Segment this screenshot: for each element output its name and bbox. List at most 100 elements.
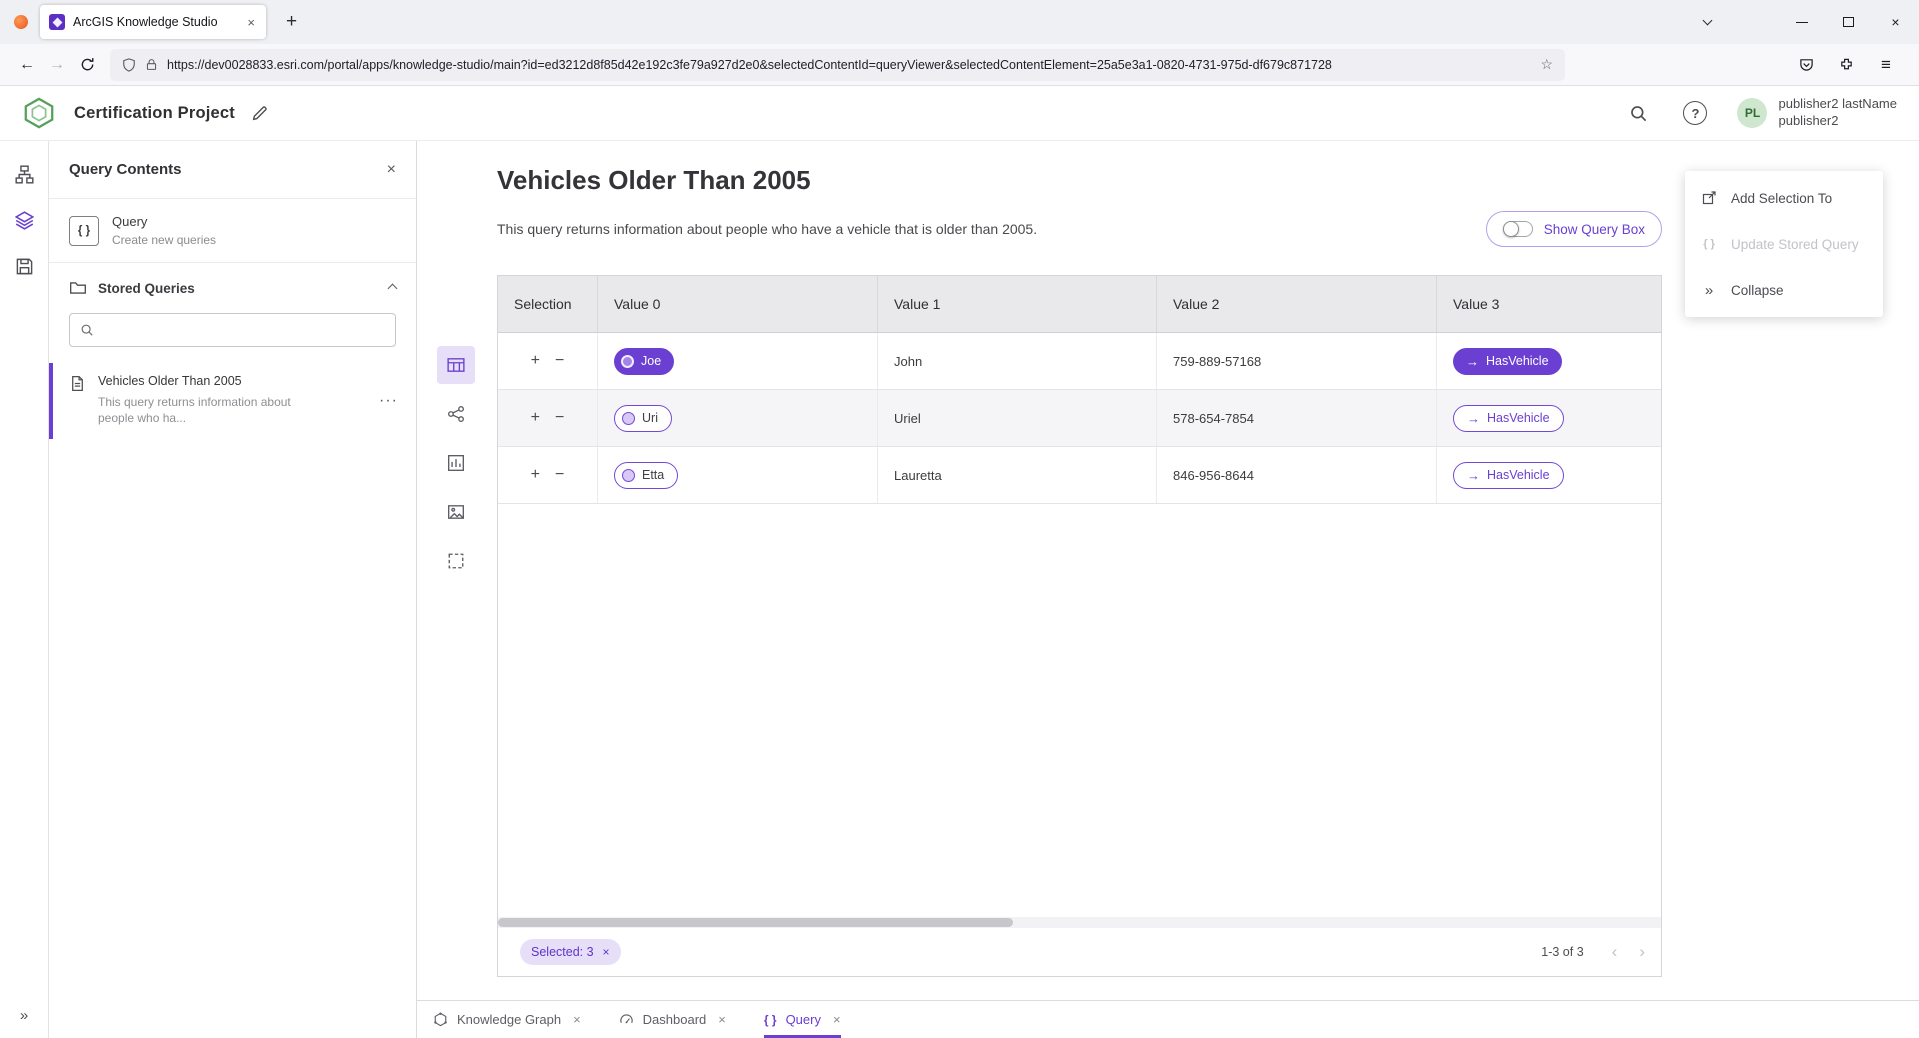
menu-item-collapse[interactable]: » Collapse (1685, 267, 1883, 313)
value2-cell: 578-654-7854 (1157, 390, 1437, 446)
url-text: https://dev0028833.esri.com/portal/apps/… (167, 58, 1531, 72)
new-tab-button[interactable]: + (280, 11, 303, 33)
tab-knowledge-graph[interactable]: Knowledge Graph × (433, 1001, 581, 1038)
chart-view-icon[interactable] (437, 444, 475, 482)
tab-close-icon[interactable]: × (245, 15, 257, 30)
expand-rail-icon[interactable]: » (20, 1007, 28, 1024)
browser-tabbar: ArcGIS Knowledge Studio × + × (0, 0, 1919, 44)
selection-context-menu: Add Selection To { } Update Stored Query… (1685, 171, 1883, 317)
tab-dashboard[interactable]: Dashboard × (619, 1001, 726, 1038)
map-view-icon[interactable] (437, 493, 475, 531)
bookmark-star-icon[interactable]: ☆ (1540, 56, 1553, 73)
help-icon[interactable]: ? (1683, 101, 1707, 125)
entity-pill[interactable]: Joe (614, 348, 674, 375)
browser-tab[interactable]: ArcGIS Knowledge Studio × (40, 5, 266, 39)
collapse-section-icon[interactable] (389, 279, 396, 297)
column-header-value3: Value 3 (1437, 276, 1661, 332)
stored-queries-header[interactable]: Stored Queries (49, 263, 416, 305)
scrollbar-thumb[interactable] (498, 918, 1013, 927)
panel-header: Query Contents × (49, 141, 416, 199)
minimize-button[interactable] (1778, 0, 1825, 44)
entity-pill[interactable]: Etta (614, 462, 678, 489)
screen: ArcGIS Knowledge Studio × + × ← → (0, 0, 1919, 1038)
panel-title: Query Contents (69, 161, 182, 178)
node-icon (622, 469, 635, 482)
relationship-pill[interactable]: → HasVehicle (1453, 348, 1562, 375)
tab-query[interactable]: { } Query × (764, 1001, 841, 1038)
shield-icon[interactable] (122, 58, 136, 72)
folder-icon (69, 279, 87, 297)
menu-icon[interactable]: ≡ (1871, 50, 1901, 80)
value1-cell: Lauretta (878, 447, 1157, 503)
layers-icon[interactable] (13, 209, 35, 231)
selection-cell: + − (498, 390, 598, 446)
reload-button[interactable] (72, 50, 102, 80)
save-icon[interactable] (13, 255, 35, 277)
search-icon[interactable] (1623, 98, 1653, 128)
file-icon (69, 375, 86, 392)
close-tab-icon[interactable]: × (718, 1012, 726, 1027)
data-model-icon[interactable] (13, 163, 35, 185)
value1-cell: John (878, 333, 1157, 389)
toggle-switch[interactable] (1503, 221, 1533, 237)
page-info: 1-3 of 3 (1541, 945, 1583, 959)
tab-title: ArcGIS Knowledge Studio (73, 15, 237, 29)
previous-page-icon[interactable]: ‹ (1612, 942, 1618, 962)
menu-item-label: Collapse (1731, 283, 1784, 298)
remove-from-selection-button[interactable]: − (555, 352, 564, 370)
relationship-pill[interactable]: → HasVehicle (1453, 405, 1564, 432)
stored-query-title: Vehicles Older Than 2005 (98, 374, 303, 388)
user-menu[interactable]: PL publisher2 lastName publisher2 (1737, 96, 1897, 130)
new-query-item[interactable]: { } Query Create new queries (49, 199, 416, 263)
stored-query-item[interactable]: Vehicles Older Than 2005 This query retu… (49, 363, 416, 439)
clear-selection-icon[interactable]: × (603, 945, 610, 959)
selected-count-chip[interactable]: Selected: 3 × (520, 939, 621, 965)
menu-item-add-selection-to[interactable]: Add Selection To (1685, 175, 1883, 221)
user-name-line1: publisher2 lastName (1778, 96, 1897, 113)
edit-title-icon[interactable] (251, 105, 268, 122)
add-to-selection-button[interactable]: + (531, 466, 540, 484)
search-input-icon (80, 323, 94, 337)
entity-pill[interactable]: Uri (614, 405, 672, 432)
close-tab-icon[interactable]: × (833, 1012, 841, 1027)
node-icon (622, 412, 635, 425)
table-row: + − Uri Uriel 578-654-7854 (498, 390, 1661, 447)
value0-cell: Uri (598, 390, 878, 446)
close-tab-icon[interactable]: × (573, 1012, 581, 1027)
table-footer: Selected: 3 × 1-3 of 3 ‹ › (498, 928, 1661, 976)
window-controls: × (1690, 0, 1919, 44)
table-view-icon[interactable] (437, 346, 475, 384)
remove-from-selection-button[interactable]: − (555, 466, 564, 484)
browser-profile-icon[interactable] (14, 15, 28, 29)
close-window-button[interactable]: × (1872, 0, 1919, 44)
selection-view-icon[interactable] (437, 542, 475, 580)
lock-icon[interactable] (145, 58, 158, 71)
item-options-icon[interactable]: ··· (379, 392, 398, 410)
search-box[interactable] (69, 313, 396, 347)
add-to-selection-button[interactable]: + (531, 409, 540, 427)
show-query-box-toggle[interactable]: Show Query Box (1486, 211, 1662, 247)
header-right: ? PL publisher2 lastName publisher2 (1623, 96, 1897, 130)
back-button[interactable]: ← (12, 50, 42, 80)
next-page-icon[interactable]: › (1639, 942, 1645, 962)
add-to-selection-button[interactable]: + (531, 352, 540, 370)
panel-close-icon[interactable]: × (387, 161, 396, 179)
remove-from-selection-button[interactable]: − (555, 409, 564, 427)
link-analysis-icon[interactable] (437, 395, 475, 433)
avatar[interactable]: PL (1737, 98, 1767, 128)
forward-button[interactable]: → (42, 50, 72, 80)
url-bar[interactable]: https://dev0028833.esri.com/portal/apps/… (110, 49, 1565, 81)
maximize-button[interactable] (1825, 0, 1872, 44)
user-names: publisher2 lastName publisher2 (1778, 96, 1897, 130)
list-tabs-icon[interactable] (1690, 5, 1724, 39)
navbar-right-icons: ≡ (1791, 50, 1907, 80)
search-input[interactable] (103, 323, 385, 338)
stored-query-description: This query returns information about peo… (98, 394, 303, 426)
horizontal-scrollbar[interactable] (498, 917, 1661, 928)
pocket-icon[interactable] (1791, 50, 1821, 80)
query-braces-icon: { } (764, 1013, 777, 1027)
extensions-icon[interactable] (1831, 50, 1861, 80)
app-body: » Query Contents × { } Query Create new … (0, 141, 1919, 1038)
relationship-pill[interactable]: → HasVehicle (1453, 462, 1564, 489)
page-title: Vehicles Older Than 2005 (497, 165, 811, 196)
